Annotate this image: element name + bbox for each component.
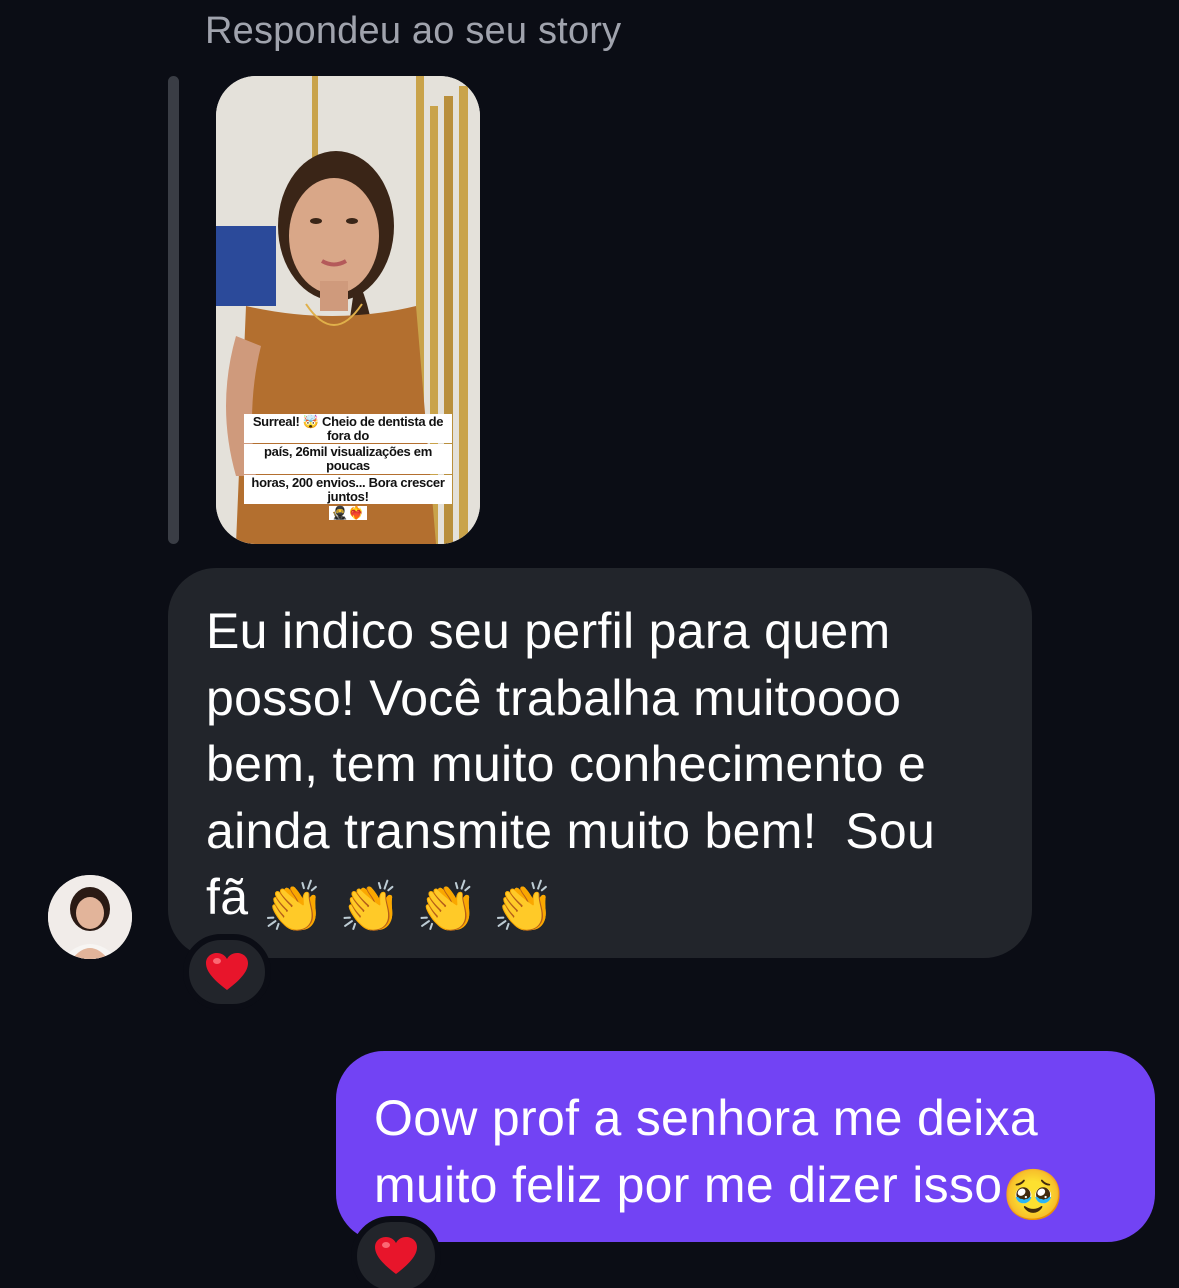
clap-emoji: 👏 xyxy=(339,879,402,935)
heart-icon xyxy=(206,953,248,990)
story-thumbnail[interactable]: Surreal! 🤯 Cheio de dentista de fora do … xyxy=(216,76,480,544)
pleading-face-emoji: 🥹 xyxy=(1002,1166,1065,1223)
story-caption-line: Surreal! 🤯 Cheio de dentista de fora do xyxy=(244,414,452,444)
avatar-photo xyxy=(48,875,132,959)
outgoing-message-text: Oow prof a senhora me deixa muito feliz … xyxy=(374,1085,1119,1228)
reply-indicator-bar xyxy=(168,76,179,544)
heart-icon xyxy=(375,1237,417,1274)
outgoing-reaction[interactable] xyxy=(351,1216,441,1288)
sender-avatar[interactable] xyxy=(48,875,132,959)
incoming-message-text: Eu indico seu perfil para quem posso! Vo… xyxy=(206,598,994,941)
incoming-message-bubble[interactable]: Eu indico seu perfil para quem posso! Vo… xyxy=(168,568,1032,958)
chat-thread: Respondeu ao seu story Surreal! 🤯 Cheio … xyxy=(0,0,1179,1288)
clap-emoji: 👏 xyxy=(492,879,556,935)
outgoing-message-body: Oow prof a senhora me deixa muito feliz … xyxy=(374,1090,1039,1213)
story-caption-line: horas, 200 envios... Bora crescer juntos… xyxy=(244,474,452,505)
story-caption-line: país, 26mil visualizações em poucas xyxy=(244,444,452,474)
outgoing-message-bubble[interactable]: Oow prof a senhora me deixa muito feliz … xyxy=(336,1051,1155,1242)
story-caption-overlay: Surreal! 🤯 Cheio de dentista de fora do … xyxy=(244,414,452,522)
story-caption-emoji: 🥷❤️‍🔥 xyxy=(328,506,368,520)
incoming-reaction[interactable] xyxy=(183,934,271,1010)
clap-emoji: 👏 xyxy=(416,879,479,935)
clap-emoji: 👏 xyxy=(262,879,326,935)
story-reply-caption: Respondeu ao seu story xyxy=(205,10,622,52)
